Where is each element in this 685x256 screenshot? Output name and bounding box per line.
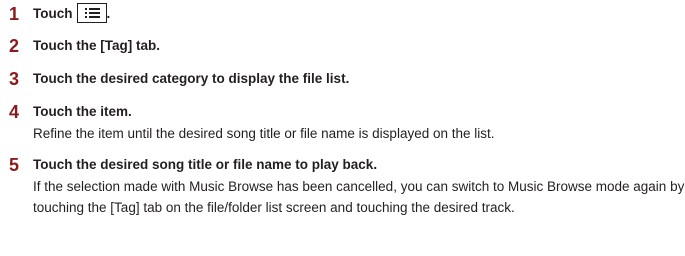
step-description: Refine the item until the desired song t…	[33, 126, 495, 141]
step-3: 3 Touch the desired category to display …	[9, 68, 685, 90]
step-number: 1	[9, 4, 20, 24]
step-title: Touch the desired song title or file nam…	[33, 157, 378, 172]
step-1: 1 Touch.	[9, 3, 685, 25]
step-title: Touch	[33, 6, 73, 21]
step-number: 5	[9, 155, 20, 175]
step-title: Touch the desired category to display th…	[33, 71, 350, 86]
step-title: Touch the [Tag] tab.	[33, 38, 160, 53]
step-number: 2	[9, 36, 20, 56]
step-number: 3	[9, 69, 20, 89]
step-number: 4	[9, 102, 20, 122]
step-title: Touch the item.	[33, 104, 132, 119]
list-menu-icon	[76, 3, 107, 23]
step-title-suffix: .	[106, 6, 111, 21]
step-description: If the selection made with Music Browse …	[33, 179, 685, 215]
step-5: 5 Touch the desired song title or file n…	[9, 154, 685, 218]
step-2: 2 Touch the [Tag] tab.	[9, 35, 685, 57]
step-4: 4 Touch the item. Refine the item until …	[9, 101, 685, 144]
